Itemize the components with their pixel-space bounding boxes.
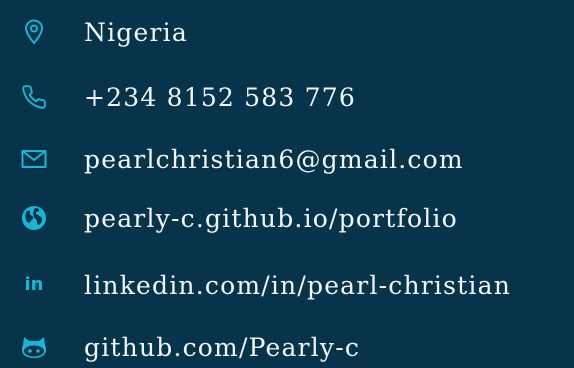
globe-icon — [20, 204, 48, 232]
website-link[interactable]: pearly-c.github.io/portfolio — [84, 206, 458, 231]
mail-icon — [20, 145, 48, 173]
contact-row-website: pearly-c.github.io/portfolio — [0, 198, 574, 238]
linkedin-icon: in — [24, 274, 44, 295]
phone-icon — [20, 83, 48, 111]
phone-link[interactable]: +234 8152 583 776 — [84, 85, 356, 110]
contact-row-email: pearlchristian6@gmail.com — [0, 139, 574, 179]
location-text: Nigeria — [84, 17, 188, 47]
contact-row-github: github.com/Pearly-c — [0, 327, 574, 367]
contact-list: Nigeria +234 8152 583 776 pearlchristian… — [0, 0, 574, 368]
github-icon — [20, 333, 48, 361]
email-link[interactable]: pearlchristian6@gmail.com — [84, 147, 464, 172]
contact-row-linkedin: in linkedin.com/in/pearl-christian — [0, 265, 574, 305]
contact-row-phone: +234 8152 583 776 — [0, 77, 574, 117]
map-pin-icon — [20, 18, 48, 46]
contact-row-location: Nigeria — [0, 12, 574, 52]
linkedin-link[interactable]: linkedin.com/in/pearl-christian — [84, 273, 511, 298]
github-link[interactable]: github.com/Pearly-c — [84, 335, 360, 360]
